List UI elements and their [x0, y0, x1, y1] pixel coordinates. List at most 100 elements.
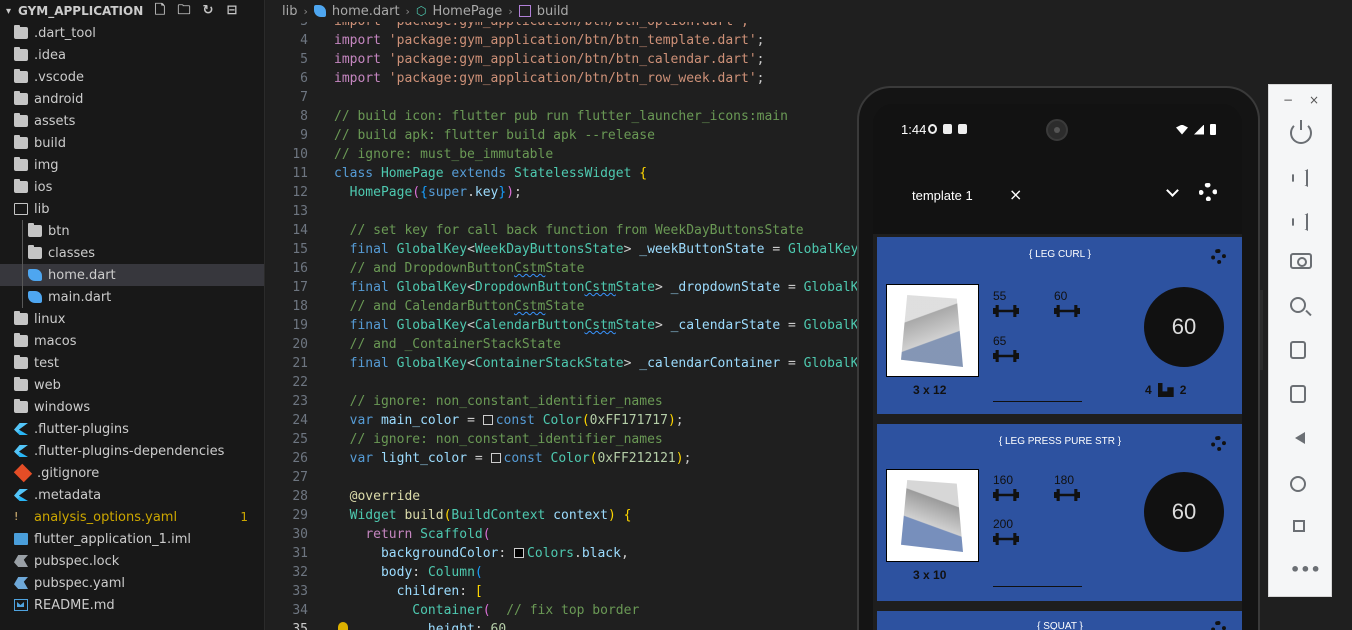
file-tree-item[interactable]: img [0, 154, 264, 176]
power-icon[interactable] [1290, 120, 1312, 144]
breadcrumb-item-class[interactable]: HomePage [432, 4, 502, 19]
weight-item[interactable]: 55 [993, 289, 1019, 317]
file-tree-item[interactable]: android [0, 88, 264, 110]
weight-item[interactable]: 200 [993, 517, 1019, 545]
project-title: GYM_APPLICATION [18, 4, 144, 18]
file-tree-item[interactable]: flutter_application_1.iml [0, 528, 264, 550]
weight-item[interactable]: 60 [1054, 289, 1080, 317]
file-tree-item[interactable]: ! analysis_options.yaml 1 [0, 506, 264, 528]
weight-item[interactable]: 180 [1054, 473, 1080, 501]
file-tree-item[interactable]: home.dart [0, 264, 264, 286]
file-tree-item[interactable]: macos [0, 330, 264, 352]
file-tree-item[interactable]: .metadata [0, 484, 264, 506]
screenshot-camera-icon[interactable] [1290, 253, 1312, 269]
code-token: < [467, 280, 475, 295]
file-tree-label: linux [34, 311, 66, 327]
input-underline[interactable] [993, 401, 1082, 402]
close-button[interactable]: × [1309, 93, 1319, 107]
file-tree-item[interactable]: ios [0, 176, 264, 198]
file-tree-label: build [34, 135, 66, 151]
rest-timer-button[interactable]: 60 [1144, 287, 1224, 367]
code-token: = [788, 356, 796, 371]
file-tree-item[interactable]: README.md [0, 594, 264, 616]
code-token: const [503, 451, 543, 466]
file-tree-item[interactable]: linux [0, 308, 264, 330]
dumbbell-icon [1054, 305, 1080, 317]
file-tree-label: README.md [34, 597, 115, 613]
input-underline[interactable] [993, 586, 1082, 587]
file-tree-item[interactable]: .vscode [0, 66, 264, 88]
file-tree-item[interactable]: classes [0, 242, 264, 264]
weight-value: 180 [1054, 473, 1075, 487]
chevron-right-icon: › [405, 4, 410, 18]
more-icon[interactable]: ••• [1290, 559, 1321, 581]
chevron-down-icon[interactable]: ▾ [6, 6, 18, 17]
status-bar: 1:44 [873, 104, 1242, 158]
folder-icon [14, 47, 28, 61]
file-tree-item[interactable]: .gitignore [0, 462, 264, 484]
card-settings-gear-icon[interactable] [1211, 436, 1226, 451]
file-tree-item[interactable]: test [0, 352, 264, 374]
file-tree-item[interactable]: .flutter-plugins-dependencies [0, 440, 264, 462]
home-icon[interactable] [1290, 476, 1306, 492]
leg-press-illustration[interactable] [886, 469, 979, 562]
leg-curl-illustration[interactable] [886, 284, 979, 377]
device-screen[interactable]: 1:44 template 1 × { LEG CURL } 3 x 12 55… [873, 104, 1242, 630]
back-icon[interactable] [1295, 432, 1305, 444]
volume-up-icon[interactable] [1290, 165, 1312, 187]
card-settings-gear-icon[interactable] [1211, 621, 1226, 630]
pub-icon [14, 577, 28, 589]
zoom-icon[interactable] [1290, 297, 1306, 313]
file-tree-item[interactable]: .idea [0, 44, 264, 66]
volume-down-icon[interactable] [1290, 209, 1312, 231]
rotate-left-icon[interactable] [1290, 341, 1306, 359]
file-tree-item[interactable]: btn [0, 220, 264, 242]
line-number: 20 [292, 337, 308, 352]
exercise-list[interactable]: { LEG CURL } 3 x 12 55 60 65 60 4 2 { LE… [873, 234, 1242, 630]
sets-reps: 3 x 12 [913, 383, 947, 397]
breadcrumb-item-method[interactable]: build [537, 4, 569, 19]
collapse-all-icon[interactable]: ⊟ [224, 3, 240, 19]
minimize-button[interactable]: − [1283, 93, 1293, 107]
file-tree-item[interactable]: .dart_tool [0, 22, 264, 44]
settings-gear-icon[interactable] [1199, 183, 1217, 201]
code-comment: // and _ContainerStackState [349, 337, 561, 352]
weight-item[interactable]: 65 [993, 334, 1019, 362]
refresh-icon[interactable]: ↻ [200, 3, 216, 19]
explorer-header[interactable]: ▾ GYM_APPLICATION 🗋 🗀 ↻ ⊟ [0, 0, 264, 22]
breadcrumb-item-lib[interactable]: lib [282, 4, 297, 19]
chevron-down-icon[interactable] [1166, 184, 1179, 197]
new-file-icon[interactable]: 🗋 [152, 3, 168, 19]
file-tree-item[interactable]: windows [0, 396, 264, 418]
flutter-icon [14, 423, 28, 435]
new-folder-icon[interactable]: 🗀 [176, 3, 192, 19]
exercise-card[interactable]: { LEG CURL } 3 x 12 55 60 65 60 4 2 [877, 237, 1242, 414]
file-tree-item[interactable]: lib [0, 198, 264, 220]
file-tree-item[interactable]: pubspec.yaml [0, 572, 264, 594]
exercise-card[interactable]: { LEG PRESS PURE STR } 3 x 10 160 180 20… [877, 424, 1242, 601]
color-swatch[interactable] [490, 453, 501, 463]
rotate-right-icon[interactable] [1290, 385, 1306, 403]
clear-icon[interactable]: × [1009, 185, 1022, 204]
color-swatch[interactable] [514, 548, 525, 558]
rest-timer-button[interactable]: 60 [1144, 472, 1224, 552]
exercise-card[interactable]: { SQUAT } [877, 611, 1242, 630]
overview-icon[interactable] [1293, 520, 1305, 532]
file-tree-item[interactable]: .flutter-plugins [0, 418, 264, 440]
file-tree-item[interactable]: build [0, 132, 264, 154]
lock-icon [14, 555, 28, 567]
line-number: 35 [292, 622, 308, 630]
file-tree-item[interactable]: pubspec.lock [0, 550, 264, 572]
card-settings-gear-icon[interactable] [1211, 249, 1226, 264]
file-tree-item[interactable]: web [0, 374, 264, 396]
code-token: Scaffold [420, 527, 483, 542]
template-dropdown-value[interactable]: template 1 [912, 188, 973, 203]
file-tree-item[interactable]: main.dart [0, 286, 264, 308]
color-swatch[interactable] [482, 415, 493, 425]
breadcrumb-item-file[interactable]: home.dart [332, 4, 400, 19]
line-number: 24 [292, 413, 308, 428]
lightbulb-icon[interactable] [338, 622, 348, 630]
flutter-icon [14, 445, 28, 457]
weight-item[interactable]: 160 [993, 473, 1019, 501]
file-tree-item[interactable]: assets [0, 110, 264, 132]
